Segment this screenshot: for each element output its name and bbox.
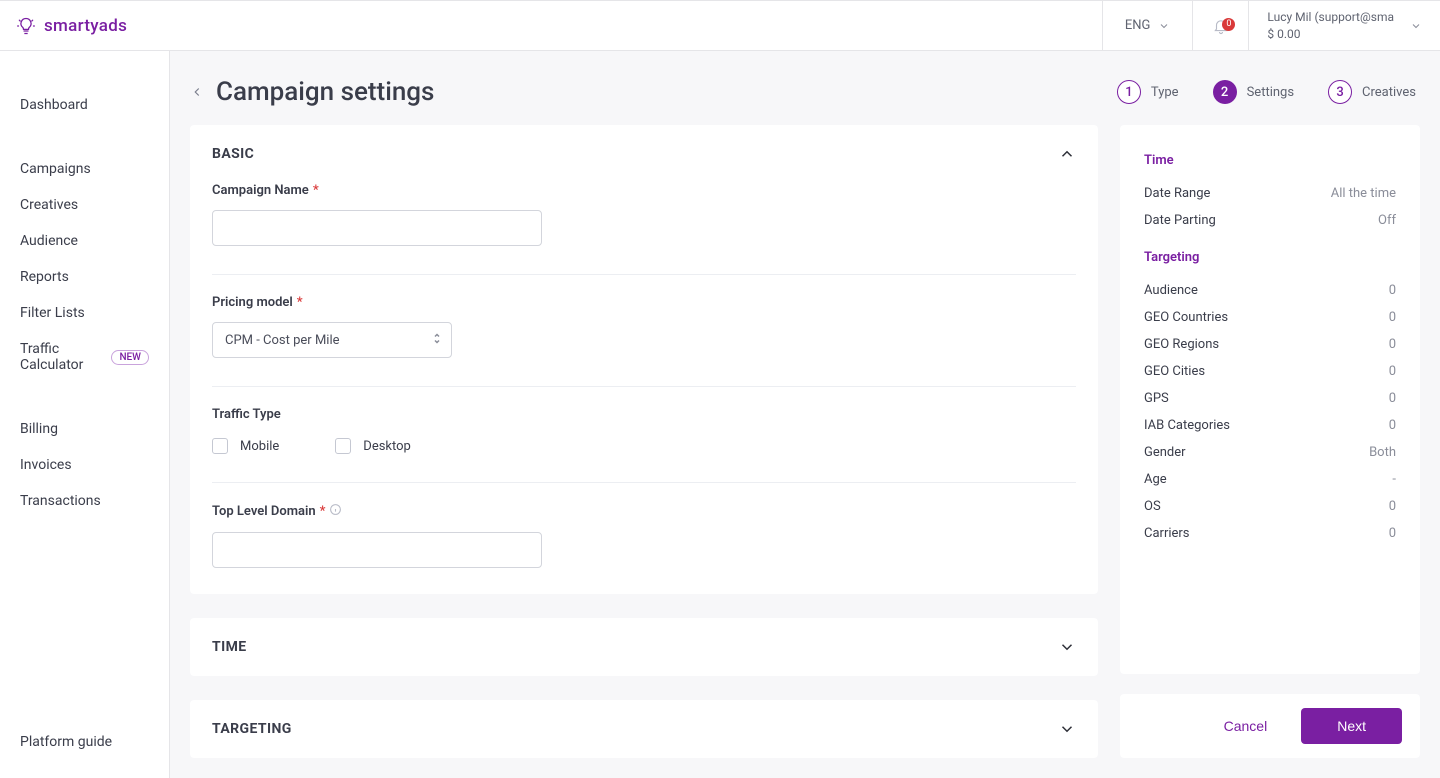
select-caret-icon	[432, 331, 442, 350]
traffic-desktop-checkbox[interactable]: Desktop	[335, 438, 411, 454]
label-traffic-type: Traffic Type	[212, 407, 1076, 422]
summary-row: GPS0	[1144, 385, 1396, 412]
user-menu[interactable]: Lucy Mil (support@sma $ 0.00	[1248, 1, 1440, 50]
top-level-domain-input[interactable]	[212, 532, 542, 568]
section-time-toggle[interactable]: TIME	[212, 638, 1076, 656]
summary-row: Carriers0	[1144, 520, 1396, 547]
new-badge: NEW	[111, 350, 149, 365]
language-label: ENG	[1125, 18, 1151, 33]
traffic-mobile-checkbox[interactable]: Mobile	[212, 438, 279, 454]
notifications-badge: 0	[1222, 18, 1235, 31]
section-title: TIME	[212, 639, 247, 655]
label-campaign-name: Campaign Name*	[212, 183, 1076, 198]
summary-row: GEO Regions0	[1144, 331, 1396, 358]
checkbox-icon	[335, 438, 351, 454]
summary-row: GEO Countries0	[1144, 304, 1396, 331]
step-type[interactable]: 1 Type	[1117, 80, 1179, 104]
campaign-name-input[interactable]	[212, 210, 542, 246]
sidebar-item-invoices[interactable]: Invoices	[0, 447, 169, 483]
section-basic-toggle[interactable]: BASIC	[212, 145, 1076, 163]
step-number: 3	[1328, 80, 1352, 104]
notifications-button[interactable]: 0	[1192, 1, 1248, 50]
chevron-up-icon	[1058, 145, 1076, 163]
stepper: 1 Type 2 Settings 3 Creatives	[1117, 80, 1420, 104]
sidebar-item-filter-lists[interactable]: Filter Lists	[0, 295, 169, 331]
form-scroll[interactable]: BASIC Campaign Name*	[190, 125, 1102, 758]
chevron-down-icon	[1058, 720, 1076, 738]
step-number: 2	[1213, 80, 1237, 104]
sidebar-item-creatives[interactable]: Creatives	[0, 187, 169, 223]
section-basic: BASIC Campaign Name*	[190, 125, 1098, 594]
step-label: Settings	[1247, 85, 1294, 100]
summary-row: GEO Cities0	[1144, 358, 1396, 385]
summary-sidebar: Time Date RangeAll the time Date Parting…	[1120, 125, 1420, 758]
sidebar-item-reports[interactable]: Reports	[0, 259, 169, 295]
step-creatives[interactable]: 3 Creatives	[1328, 80, 1416, 104]
sidebar-item-billing[interactable]: Billing	[0, 411, 169, 447]
sidebar-item-campaigns[interactable]: Campaigns	[0, 151, 169, 187]
section-time: TIME	[190, 618, 1098, 676]
topbar: smartyads ENG 0 Lucy Mil (support@sma $ …	[0, 0, 1440, 51]
chevron-down-icon	[1058, 638, 1076, 656]
summary-targeting-title: Targeting	[1144, 250, 1396, 265]
user-balance: $ 0.00	[1267, 26, 1394, 43]
summary-time-title: Time	[1144, 153, 1396, 168]
summary-row: Date PartingOff	[1144, 207, 1396, 234]
brand-text: smartyads	[44, 16, 127, 36]
sidebar-item-audience[interactable]: Audience	[0, 223, 169, 259]
action-bar: Cancel Next	[1120, 694, 1420, 758]
summary-row: Audience0	[1144, 277, 1396, 304]
checkbox-icon	[212, 438, 228, 454]
back-button[interactable]	[190, 85, 204, 99]
sidebar-item-traffic-calculator[interactable]: Traffic Calculator NEW	[0, 331, 169, 383]
summary-row: OS0	[1144, 493, 1396, 520]
section-targeting: TARGETING	[190, 700, 1098, 758]
language-selector[interactable]: ENG	[1102, 1, 1193, 50]
step-number: 1	[1117, 80, 1141, 104]
user-name: Lucy Mil (support@sma	[1267, 9, 1394, 26]
info-icon	[329, 503, 342, 520]
sidebar: Dashboard Campaigns Creatives Audience R…	[0, 51, 170, 778]
pricing-model-select[interactable]: CPM - Cost per Mile	[212, 322, 452, 358]
label-pricing-model: Pricing model*	[212, 295, 1076, 310]
section-title: TARGETING	[212, 721, 292, 737]
page-title: Campaign settings	[216, 77, 434, 107]
chevron-left-icon	[190, 85, 204, 99]
lightbulb-icon	[16, 16, 36, 36]
sidebar-item-platform-guide[interactable]: Platform guide	[0, 724, 169, 778]
chevron-down-icon	[1410, 20, 1422, 32]
step-label: Type	[1151, 85, 1179, 100]
main: Campaign settings 1 Type 2 Settings 3 Cr…	[170, 51, 1440, 778]
brand-logo[interactable]: smartyads	[0, 16, 127, 36]
section-targeting-toggle[interactable]: TARGETING	[212, 720, 1076, 738]
sidebar-item-transactions[interactable]: Transactions	[0, 483, 169, 519]
sidebar-item-dashboard[interactable]: Dashboard	[0, 87, 169, 123]
summary-row: Date RangeAll the time	[1144, 180, 1396, 207]
summary-row: GenderBoth	[1144, 439, 1396, 466]
label-top-level-domain: Top Level Domain*	[212, 503, 1076, 520]
chevron-down-icon	[1158, 20, 1170, 32]
summary-row: IAB Categories0	[1144, 412, 1396, 439]
summary-card: Time Date RangeAll the time Date Parting…	[1120, 125, 1420, 674]
cancel-button[interactable]: Cancel	[1206, 708, 1286, 744]
summary-row: Age-	[1144, 466, 1396, 493]
step-settings[interactable]: 2 Settings	[1213, 80, 1294, 104]
section-title: BASIC	[212, 146, 254, 162]
step-label: Creatives	[1362, 85, 1416, 100]
next-button[interactable]: Next	[1301, 708, 1402, 744]
